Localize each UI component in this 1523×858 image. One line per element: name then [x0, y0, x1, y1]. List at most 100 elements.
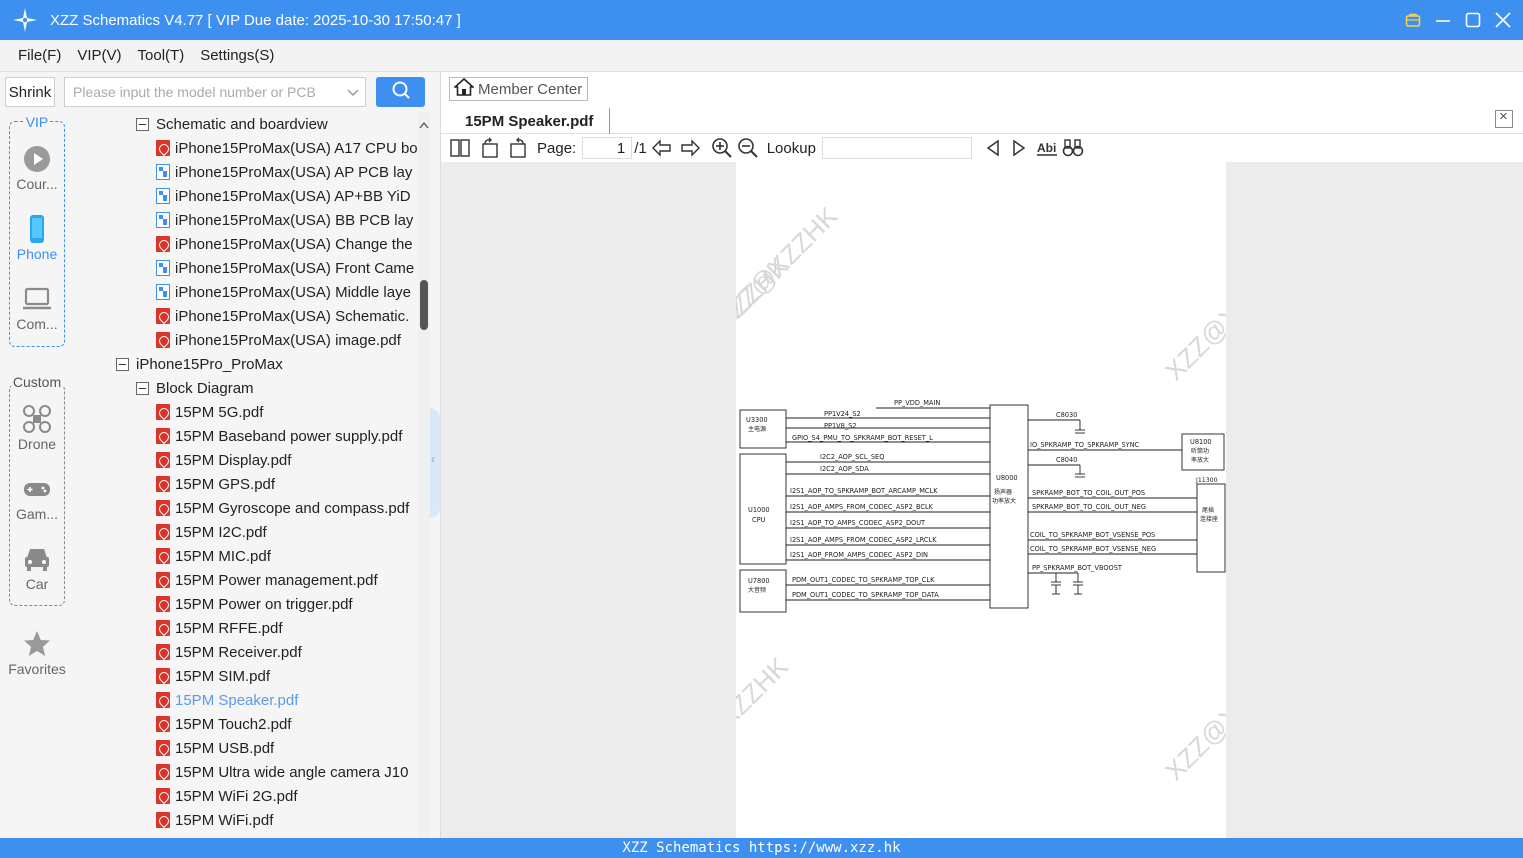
tree-item-label: 15PM Speaker.pdf — [175, 691, 299, 709]
net-coil-neg: SPKRAMP_BOT_TO_COIL_OUT_NEG — [1032, 503, 1146, 511]
tree-folder[interactable]: Schematic and boardview — [136, 112, 328, 136]
tree-folder[interactable]: iPhone15Pro_ProMax — [116, 352, 283, 376]
lookup-input[interactable] — [821, 137, 972, 159]
sidebar-item-courses[interactable]: Cour... — [0, 144, 74, 192]
tree-file[interactable]: iPhone15ProMax(USA) Change the — [156, 232, 413, 256]
tree-folder[interactable]: Block Diagram — [136, 376, 254, 400]
tree-file[interactable]: 15PM Power on trigger.pdf — [156, 592, 353, 616]
collapse-toggle-icon[interactable] — [136, 117, 149, 131]
menu-file[interactable]: File(F) — [18, 47, 61, 64]
zoom-out-icon[interactable] — [737, 137, 759, 159]
shrink-button[interactable]: Shrink — [5, 77, 55, 107]
collapse-tab[interactable] — [430, 408, 440, 518]
tree-file[interactable]: 15PM Baseband power supply.pdf — [156, 424, 402, 448]
net-vboost: PP_SPKRAMP_BOT_VBOOST — [1032, 564, 1123, 572]
tree-file[interactable]: 15PM WiFi 2G.pdf — [156, 784, 298, 808]
tree-file[interactable]: 15PM GPS.pdf — [156, 472, 275, 496]
tree-file[interactable]: 15PM USB.pdf — [156, 736, 274, 760]
net-pp1v24: PP1V24_S2 — [824, 410, 861, 418]
prev-page-icon[interactable] — [651, 137, 673, 159]
pdf-file-icon — [156, 404, 170, 420]
pdf-file-icon — [156, 716, 170, 732]
tree-file[interactable]: 15PM I2C.pdf — [156, 520, 267, 544]
zoom-in-icon[interactable] — [711, 137, 733, 159]
member-center-label: Member Center — [478, 80, 583, 98]
pdf-file-icon — [156, 644, 170, 660]
tree-file[interactable]: 15PM RFFE.pdf — [156, 616, 283, 640]
rotate-left-icon[interactable] — [479, 137, 501, 159]
tree-file[interactable]: 15PM Speaker.pdf — [156, 688, 298, 712]
tab-speaker-pdf[interactable]: 15PM Speaker.pdf — [454, 108, 610, 134]
tree-item-label: iPhone15ProMax(USA) Change the — [175, 235, 413, 253]
match-case-icon[interactable]: Abi — [1036, 137, 1058, 159]
pdf-viewer[interactable]: XZZ@XZZHK XZZ@XZZHK XZZ@XZZHK XZZ@XZZHK … — [441, 162, 1523, 838]
label-u1000: U1000 — [748, 506, 770, 514]
page-number-input[interactable]: 1 — [582, 137, 633, 159]
sidebar-item-favorites[interactable]: Favorites — [0, 629, 74, 677]
vip-bag-icon[interactable] — [1405, 12, 1421, 28]
sidebar-item-label: Drone — [17, 436, 57, 452]
find-next-icon[interactable] — [1008, 137, 1030, 159]
tree-file[interactable]: iPhone15ProMax(USA) AP+BB YiD — [156, 184, 411, 208]
pdf-file-icon — [156, 668, 170, 684]
menu-vip[interactable]: VIP(V) — [77, 47, 121, 64]
tree-file[interactable]: 15PM MIC.pdf — [156, 544, 271, 568]
find-prev-icon[interactable] — [982, 137, 1004, 159]
tree-file[interactable]: iPhone15ProMax(USA) A17 CPU bo — [156, 136, 418, 160]
search-button[interactable] — [376, 77, 425, 107]
tree-file[interactable]: iPhone15ProMax(USA) Middle laye — [156, 280, 411, 304]
collapse-toggle-icon[interactable] — [136, 381, 149, 395]
chevron-down-icon[interactable] — [347, 85, 359, 97]
speaker-schematic: XZZ@XZZHK XZZ@XZZHK XZZ@XZZHK XZZ@XZZHK … — [736, 200, 1226, 786]
tree-file[interactable]: 15PM SIM.pdf — [156, 664, 270, 688]
member-center-button[interactable]: Member Center — [449, 77, 588, 101]
tree-item-label: 15PM Baseband power supply.pdf — [175, 427, 403, 445]
rotate-right-icon[interactable] — [507, 137, 529, 159]
menu-settings[interactable]: Settings(S) — [200, 47, 274, 64]
tree-file[interactable]: 15PM WiFi.pdf — [156, 808, 273, 832]
tree-file[interactable]: iPhone15ProMax(USA) Front Came — [156, 256, 414, 280]
sidebar-item-car[interactable]: Car — [0, 544, 74, 592]
scroll-up-icon[interactable] — [419, 116, 429, 129]
sidebar-item-label: Com... — [16, 316, 58, 332]
tree-file[interactable]: 15PM Power management.pdf — [156, 568, 378, 592]
collapse-toggle-icon[interactable] — [116, 357, 129, 371]
search-row: Shrink Please input the model number or … — [0, 72, 441, 112]
pcb-file-icon — [156, 284, 170, 300]
tree-file[interactable]: 15PM 5G.pdf — [156, 400, 263, 424]
tree-scrollbar[interactable] — [418, 112, 430, 838]
pdf-file-icon — [156, 740, 170, 756]
tree-file[interactable]: iPhone15ProMax(USA) BB PCB lay — [156, 208, 413, 232]
tree-item-label: iPhone15ProMax(USA) Schematic. — [175, 307, 410, 325]
tree-file[interactable]: 15PM Ultra wide angle camera J10 — [156, 760, 408, 784]
tree-file[interactable]: 15PM Receiver.pdf — [156, 640, 302, 664]
label-u8000-sub1: 扬声器 — [994, 488, 1012, 496]
next-page-icon[interactable] — [679, 137, 701, 159]
tree-item-label: iPhone15ProMax(USA) AP PCB lay — [175, 163, 413, 181]
tree-file[interactable]: iPhone15ProMax(USA) AP PCB lay — [156, 160, 412, 184]
sidebar-item-drone[interactable]: Drone — [0, 404, 74, 452]
page-total: /1 — [634, 139, 647, 157]
find-all-icon[interactable] — [1062, 137, 1084, 159]
scrollbar-thumb[interactable] — [420, 280, 428, 330]
minimize-button[interactable] — [1435, 12, 1451, 28]
tree-file[interactable]: iPhone15ProMax(USA) image.pdf — [156, 328, 401, 352]
tree-item-label: 15PM WiFi 2G.pdf — [175, 787, 298, 805]
pdf-file-icon — [156, 452, 170, 468]
close-button[interactable] — [1495, 12, 1511, 28]
maximize-button[interactable] — [1465, 12, 1481, 28]
pdf-file-icon — [156, 524, 170, 540]
two-page-icon[interactable] — [449, 137, 471, 159]
menu-tool[interactable]: Tool(T) — [138, 47, 185, 64]
tree-file[interactable]: 15PM Touch2.pdf — [156, 712, 291, 736]
tree-file[interactable]: iPhone15ProMax(USA) Schematic. — [156, 304, 409, 328]
search-icon — [391, 80, 411, 105]
tree-file[interactable]: 15PM Display.pdf — [156, 448, 291, 472]
sidebar-item-computer[interactable]: Com... — [0, 284, 74, 332]
tree-file[interactable]: 15PM Gyroscope and compass.pdf — [156, 496, 409, 520]
close-tab-icon[interactable] — [1495, 108, 1513, 128]
search-input[interactable]: Please input the model number or PCB — [64, 77, 366, 107]
sidebar-item-phone[interactable]: Phone — [0, 214, 74, 262]
sidebar-item-games[interactable]: Gam... — [0, 474, 74, 522]
document-tabbar: 15PM Speaker.pdf — [441, 106, 1523, 134]
